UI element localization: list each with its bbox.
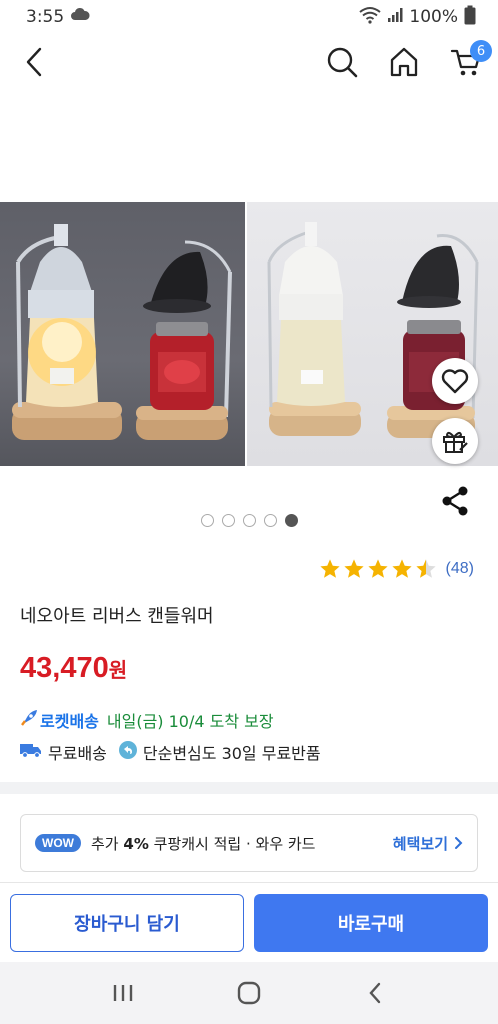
recent-apps-icon <box>113 985 133 1001</box>
return-policy-text: 단순변심도 30일 무료반품 <box>142 744 321 763</box>
return-icon <box>118 741 137 763</box>
nav-actions: 6 <box>324 40 492 80</box>
wishlist-button[interactable] <box>432 358 478 404</box>
back-nav-button[interactable] <box>355 973 395 1013</box>
price-value: 43,470 <box>20 652 109 684</box>
gallery-pagination <box>0 514 498 527</box>
purchase-bar: 장바구니 담기 바로구매 <box>0 882 498 962</box>
gallery-dot[interactable] <box>221 514 235 527</box>
wow-benefit-card[interactable]: WOW 추가 4% 쿠팡캐시 적립 · 와우 카드 혜택보기 <box>20 814 478 872</box>
search-icon <box>327 47 358 78</box>
star-full-icon <box>367 559 388 578</box>
back-button[interactable] <box>16 44 52 80</box>
star-half-icon <box>415 559 436 578</box>
price: 43,470원 <box>20 652 127 685</box>
star-full-icon <box>319 559 340 578</box>
wifi-icon <box>359 6 382 29</box>
buy-now-button[interactable]: 바로구매 <box>254 893 488 952</box>
star-rating <box>319 558 437 580</box>
free-shipping-text: 무료배송 <box>48 744 107 763</box>
home-circle-icon <box>237 981 261 1005</box>
rocket-delivery-label: 로켓배송 <box>40 712 99 731</box>
star-full-icon <box>391 559 412 578</box>
home-icon <box>390 47 418 77</box>
delivery-row: 로켓배송 내일(금) 10/4 도착 보장 <box>20 708 274 732</box>
battery-icon <box>464 5 476 30</box>
review-count[interactable]: (48) <box>446 560 474 578</box>
signal-icon <box>387 7 403 28</box>
wow-text-suffix: 쿠팡캐시 적립 · 와우 카드 <box>153 834 316 853</box>
home-button[interactable] <box>386 44 422 80</box>
wow-text-prefix: 추가 <box>91 834 119 853</box>
star-full-icon <box>343 559 364 578</box>
rating-row[interactable]: (48) <box>319 558 474 580</box>
wow-percent: 4% <box>123 834 149 853</box>
android-navigation-bar <box>0 962 498 1024</box>
heart-icon <box>441 369 469 394</box>
product-photo-lit <box>0 202 245 466</box>
status-time: 3:55 <box>26 7 65 27</box>
product-title: 네오아트 리버스 캔들워머 <box>20 606 214 627</box>
delivery-eta: 내일(금) 10/4 도착 보장 <box>106 712 274 731</box>
cart-button[interactable]: 6 <box>448 40 492 80</box>
chevron-right-icon <box>455 837 463 849</box>
top-nav: 6 <box>0 34 498 90</box>
benefits-link-label: 혜택보기 <box>392 834 448 853</box>
section-divider <box>0 782 498 794</box>
rocket-icon <box>20 709 38 731</box>
product-image-gallery[interactable] <box>0 90 498 527</box>
add-to-cart-button[interactable]: 장바구니 담기 <box>10 893 244 952</box>
gift-icon <box>443 431 468 453</box>
back-nav-icon <box>369 982 381 1004</box>
recent-apps-button[interactable] <box>103 973 143 1013</box>
status-bar: 3:55 100% <box>0 0 498 34</box>
gallery-dot[interactable] <box>200 514 214 527</box>
home-nav-button[interactable] <box>229 973 269 1013</box>
price-unit: 원 <box>108 660 128 682</box>
gallery-dot[interactable] <box>242 514 256 527</box>
benefit-row: 무료배송 단순변심도 30일 무료반품 <box>20 740 321 764</box>
wow-text: 추가 4% 쿠팡캐시 적립 · 와우 카드 <box>91 833 315 854</box>
gallery-dot[interactable] <box>284 514 298 527</box>
gallery-dot[interactable] <box>263 514 277 527</box>
wow-badge: WOW <box>35 834 81 852</box>
share-icon <box>442 486 468 516</box>
search-button[interactable] <box>324 44 360 80</box>
cart-count-badge: 6 <box>470 40 492 62</box>
status-left: 3:55 <box>26 7 90 28</box>
battery-text: 100% <box>409 7 458 27</box>
status-right: 100% <box>359 5 476 30</box>
chevron-left-icon <box>26 47 42 77</box>
truck-icon <box>20 742 42 762</box>
gift-button[interactable] <box>432 418 478 464</box>
benefits-link[interactable]: 혜택보기 <box>393 833 463 854</box>
cloud-icon <box>70 7 90 28</box>
